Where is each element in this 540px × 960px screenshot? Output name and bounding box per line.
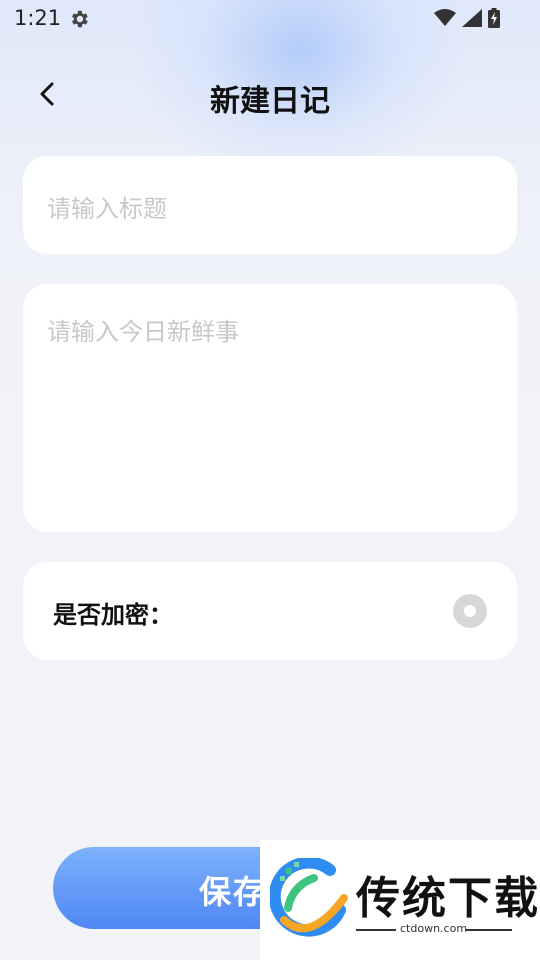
watermark-line-left [356, 929, 396, 931]
content-textarea-placeholder: 请输入今日新鲜事 [47, 318, 239, 346]
wifi-icon [434, 9, 456, 26]
watermark-logo-icon [270, 858, 348, 937]
battery-icon [488, 8, 500, 28]
status-bar: 1:21 [0, 0, 540, 36]
nav-bar: 新建日记 [0, 70, 540, 126]
radio-dot-icon [464, 605, 476, 617]
encrypt-option-row: 是否加密： [23, 562, 517, 660]
content-textarea[interactable]: 请输入今日新鲜事 [23, 284, 517, 532]
encrypt-label: 是否加密： [53, 601, 173, 629]
signal-icon [462, 9, 482, 27]
status-time: 1:21 [14, 6, 62, 30]
watermark-name: 传统下载 [356, 873, 540, 924]
title-input[interactable]: 请输入标题 [23, 156, 517, 254]
encrypt-radio[interactable] [453, 594, 487, 628]
save-button-label: 保存 [199, 873, 268, 911]
watermark-overlay: 传统下载 ctdown.com [260, 840, 540, 960]
gear-icon [72, 10, 88, 28]
title-input-placeholder: 请输入标题 [47, 195, 167, 223]
page-title: 新建日记 [210, 84, 330, 119]
watermark-line-right [466, 929, 512, 931]
watermark-url: ctdown.com [400, 922, 468, 935]
